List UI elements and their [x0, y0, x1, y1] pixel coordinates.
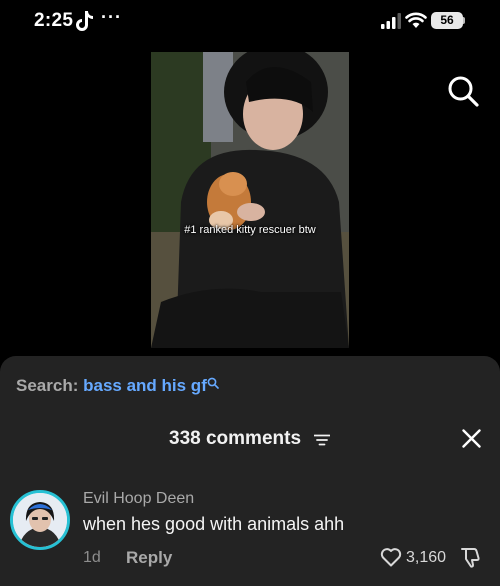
comment-age: 1d	[83, 549, 101, 566]
status-bar: 2:25 ··· 56	[0, 0, 500, 46]
search-label: Search:	[16, 376, 79, 395]
status-more-dots: ···	[101, 7, 122, 27]
filter-icon[interactable]	[314, 434, 330, 446]
signal-icon	[381, 13, 401, 29]
status-time: 2:25	[34, 10, 74, 31]
battery-nub	[463, 17, 465, 24]
comments-header: 338 comments	[0, 426, 500, 452]
comment-search-suggestion[interactable]: Search: bass and his gf	[16, 376, 219, 396]
comment-text: when hes good with animals ahh	[83, 514, 345, 534]
like-count: 3,160	[406, 549, 447, 566]
reply-button[interactable]: Reply	[126, 548, 172, 568]
video-caption: #1 ranked kitty rescuer btw	[184, 224, 316, 236]
comment-author[interactable]: Evil Hoop Deen	[83, 490, 194, 508]
dislike-icon[interactable]	[459, 546, 481, 568]
comment-item: Evil Hoop Deen when hes good with animal…	[0, 484, 500, 584]
comments-title: 338 comments	[169, 428, 302, 449]
search-icon[interactable]	[446, 74, 480, 108]
tiktok-icon	[76, 11, 93, 31]
video-frame-image	[151, 52, 349, 348]
search-query-link[interactable]: bass and his gf	[83, 376, 207, 395]
avatar[interactable]	[10, 490, 70, 550]
wifi-icon	[405, 12, 427, 28]
search-query-icon	[207, 377, 219, 389]
video-player[interactable]: #1 ranked kitty rescuer btw	[151, 52, 349, 348]
battery-icon: 56	[431, 12, 463, 29]
close-icon[interactable]	[462, 429, 481, 448]
heart-icon[interactable]	[380, 547, 402, 567]
